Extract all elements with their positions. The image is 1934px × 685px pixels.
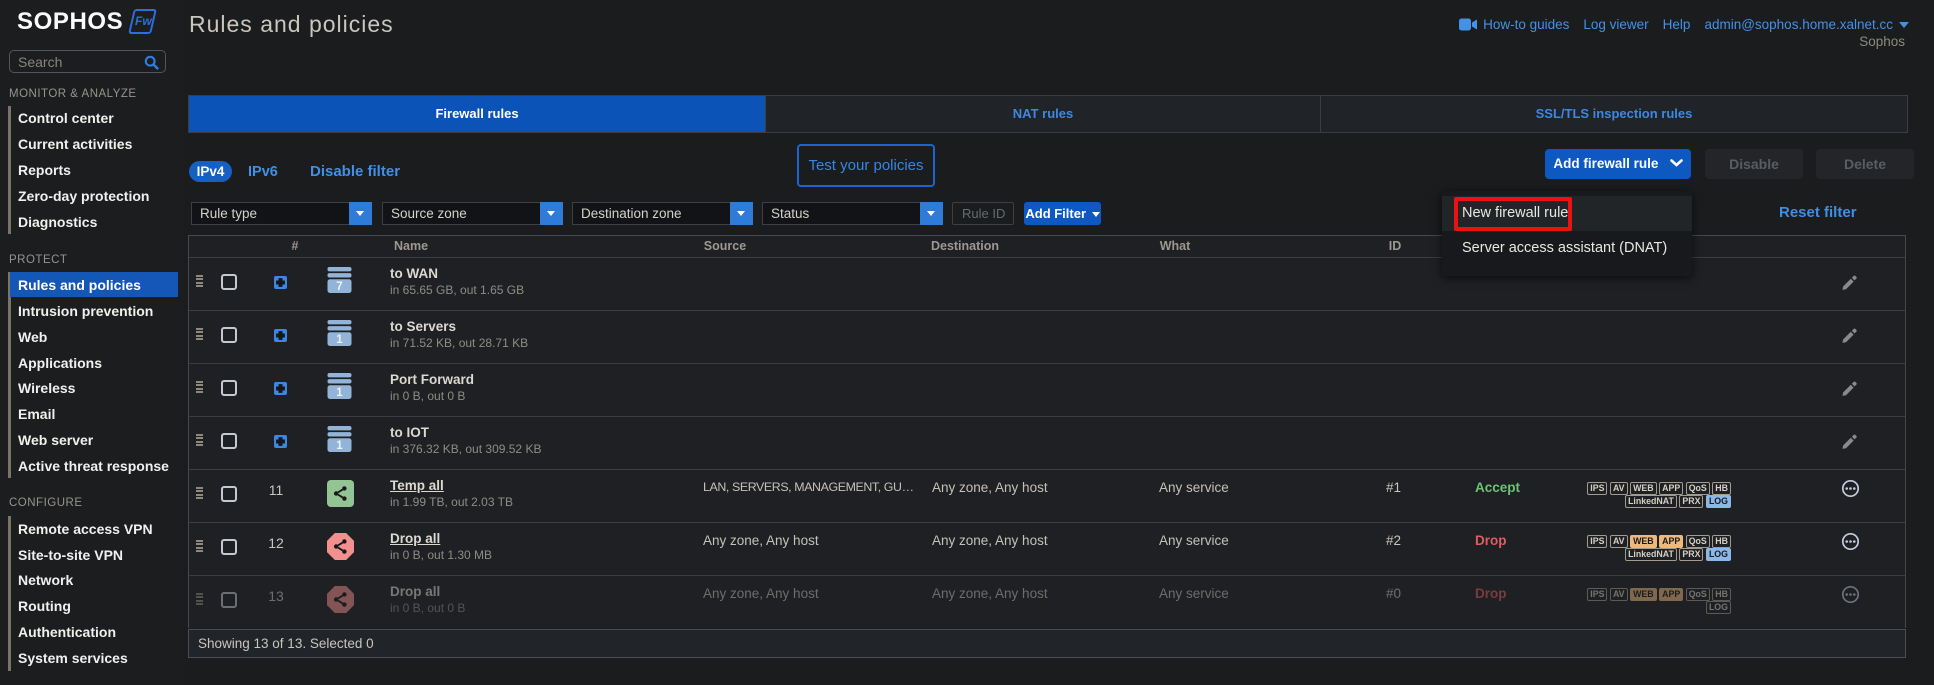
- svg-text:1: 1: [336, 440, 343, 452]
- svg-text:7: 7: [336, 281, 342, 293]
- svg-text:1: 1: [336, 387, 343, 399]
- svg-text:1: 1: [336, 334, 343, 346]
